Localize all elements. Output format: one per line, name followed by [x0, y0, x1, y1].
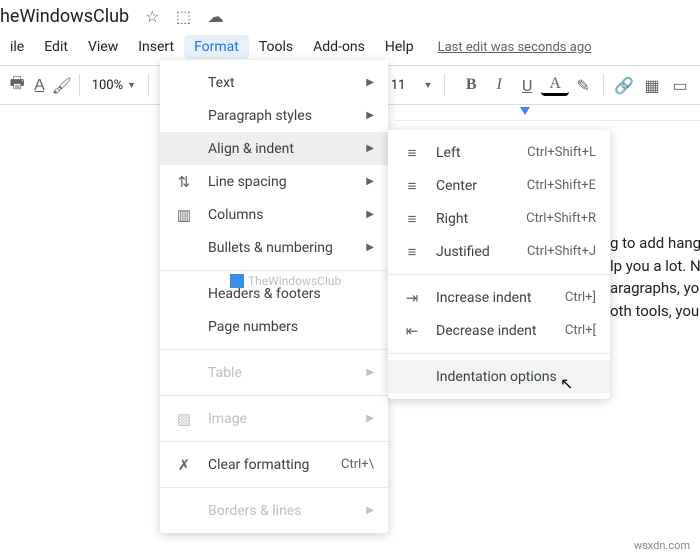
decrease-indent-icon: ⇤	[402, 322, 422, 340]
align-left-icon: ≡	[402, 144, 422, 162]
menu-edit[interactable]: Edit	[34, 35, 78, 59]
align-indent-submenu: ≡LeftCtrl+Shift+L ≡CenterCtrl+Shift+E ≡R…	[388, 130, 610, 399]
watermark: TheWindowsClub	[230, 274, 341, 288]
text-color-button[interactable]: A	[541, 74, 569, 96]
menu-paragraph-styles[interactable]: Paragraph styles▶	[160, 99, 388, 132]
doc-title[interactable]: heWindowsClub	[0, 6, 129, 27]
comment-icon[interactable]: ▦	[638, 71, 666, 99]
align-right-icon: ≡	[402, 210, 422, 228]
menu-view[interactable]: View	[78, 35, 128, 59]
menu-line-spacing[interactable]: ⇅Line spacing▶	[160, 165, 388, 198]
columns-icon: ▥	[174, 206, 194, 224]
fontsize-select[interactable]: 11▼	[385, 78, 439, 93]
align-center[interactable]: ≡CenterCtrl+Shift+E	[388, 169, 610, 202]
print-icon[interactable]: 🖶	[6, 71, 28, 99]
footer-credit: wsxdn.com	[634, 539, 690, 552]
image-icon: ▨	[174, 410, 194, 428]
star-icon[interactable]: ☆	[145, 7, 159, 26]
increase-indent-icon: ⇥	[402, 289, 422, 307]
cursor-icon: ↖	[560, 374, 573, 393]
indentation-options[interactable]: Indentation options	[388, 360, 610, 393]
menu-file[interactable]: ile	[0, 35, 34, 59]
document-body[interactable]: g to add hang lp you a lot. N aragraphs,…	[610, 232, 700, 322]
menu-borders-lines: Borders & lines▶	[160, 494, 388, 527]
decrease-indent[interactable]: ⇤Decrease indentCtrl+[	[388, 314, 610, 347]
line-spacing-icon: ⇅	[174, 173, 194, 191]
align-justified-icon: ≡	[402, 243, 422, 261]
menu-help[interactable]: Help	[375, 35, 424, 59]
menu-text[interactable]: Text▶	[160, 66, 388, 99]
watermark-logo-icon	[230, 274, 244, 288]
clear-formatting-icon: ✗	[174, 456, 194, 474]
menu-clear-formatting[interactable]: ✗Clear formattingCtrl+\	[160, 448, 388, 481]
menu-image: ▨Image▶	[160, 402, 388, 435]
align-center-icon: ≡	[402, 177, 422, 195]
link-icon[interactable]: 🔗	[610, 71, 638, 99]
underline-button[interactable]: U	[513, 71, 541, 99]
last-edit-link[interactable]: Last edit was seconds ago	[438, 40, 592, 55]
align-left[interactable]: ≡LeftCtrl+Shift+L	[388, 136, 610, 169]
ruler[interactable]	[395, 105, 700, 121]
format-dropdown: Text▶ Paragraph styles▶ Align & indent▶ …	[160, 60, 388, 533]
menu-table: Table▶	[160, 356, 388, 389]
align-justified[interactable]: ≡JustifiedCtrl+Shift+J	[388, 235, 610, 268]
move-icon[interactable]: ⬚	[176, 7, 191, 26]
highlight-button[interactable]: ✎	[569, 71, 597, 99]
indent-marker[interactable]	[520, 107, 530, 115]
zoom-select[interactable]: 100%▼	[86, 78, 142, 93]
menu-format[interactable]: Format	[184, 35, 249, 59]
menu-align-indent[interactable]: Align & indent▶	[160, 132, 388, 165]
menu-columns[interactable]: ▥Columns▶	[160, 198, 388, 231]
image-insert-icon[interactable]: ▭	[666, 71, 694, 99]
menu-bullets-numbering[interactable]: Bullets & numbering▶	[160, 231, 388, 264]
align-right[interactable]: ≡RightCtrl+Shift+R	[388, 202, 610, 235]
menu-page-numbers[interactable]: Page numbers	[160, 310, 388, 343]
italic-button[interactable]: I	[485, 71, 513, 99]
cloud-icon[interactable]: ☁	[208, 7, 224, 26]
menu-tools[interactable]: Tools	[249, 35, 303, 59]
paint-format-icon[interactable]: 🖌	[51, 71, 73, 99]
spellcheck-icon[interactable]: A̲	[28, 71, 50, 99]
menu-addons[interactable]: Add-ons	[303, 35, 375, 59]
menu-insert[interactable]: Insert	[128, 35, 184, 59]
increase-indent[interactable]: ⇥Increase indentCtrl+]	[388, 281, 610, 314]
bold-button[interactable]: B	[457, 71, 485, 99]
